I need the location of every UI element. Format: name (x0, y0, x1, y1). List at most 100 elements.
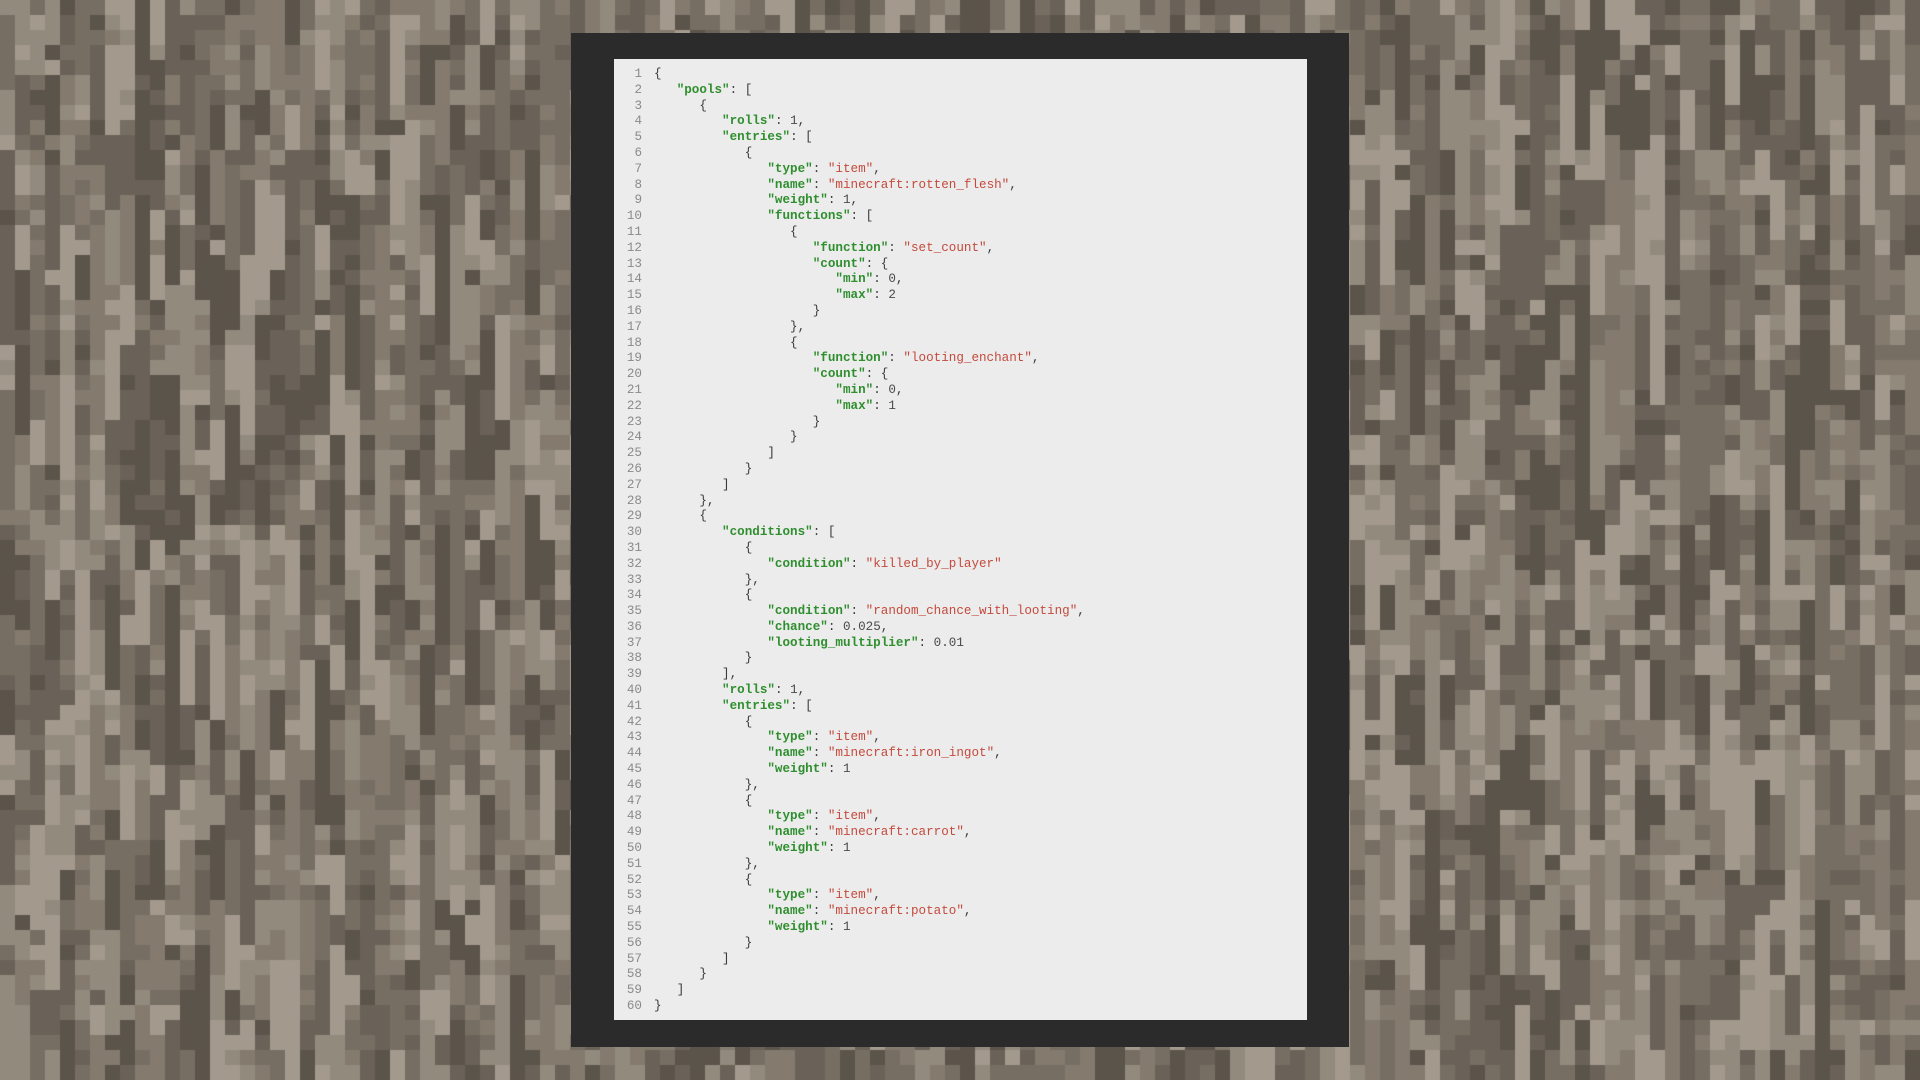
json-punctuation: , (1009, 177, 1017, 192)
json-punctuation: }, (790, 319, 806, 334)
json-punctuation: { (744, 588, 753, 603)
code-text: "pools": [ (654, 83, 1307, 99)
json-punctuation: : (850, 556, 866, 571)
json-key: "chance" (767, 619, 828, 634)
code-text: }, (654, 320, 1307, 336)
code-line: 4 "rolls": 1, (614, 114, 1307, 130)
line-number: 5 (634, 130, 642, 145)
code-line: 26 } (614, 462, 1307, 478)
json-punctuation: }, (744, 777, 760, 792)
code-text: ], (654, 667, 1307, 683)
code-text: "count": { (654, 367, 1307, 383)
line-number: 52 (626, 872, 642, 887)
code-line: 45 "weight": 1 (614, 762, 1307, 778)
json-punctuation: : (888, 351, 904, 366)
code-line: 41 "entries": [ (614, 699, 1307, 715)
json-string: "killed_by_player" (865, 556, 1002, 571)
code-line: 51 }, (614, 857, 1307, 873)
code-text: }, (654, 778, 1307, 794)
line-number: 50 (626, 841, 642, 856)
code-text: "weight": 1 (654, 841, 1307, 857)
code-line: 24 } (614, 430, 1307, 446)
json-punctuation: } (744, 461, 753, 476)
json-key: "rolls" (722, 114, 775, 129)
code-text: } (654, 430, 1307, 446)
json-punctuation: } (812, 414, 821, 429)
json-punctuation: : (812, 825, 828, 840)
code-line: 9 "weight": 1, (614, 193, 1307, 209)
line-number: 57 (626, 951, 642, 966)
code-text: { (654, 873, 1307, 889)
line-number: 40 (626, 683, 642, 698)
code-text: { (654, 588, 1307, 604)
line-number: 36 (626, 619, 642, 634)
json-string: "item" (827, 888, 874, 903)
code-text: { (654, 541, 1307, 557)
json-punctuation: { (790, 335, 798, 350)
json-punctuation: , (873, 730, 881, 745)
json-key: "entries" (722, 130, 791, 145)
json-string: "minecraft:iron_ingot" (827, 746, 995, 761)
code-text: "max": 1 (654, 399, 1307, 415)
json-number: 0.025 (842, 619, 881, 634)
json-punctuation: ] (722, 951, 730, 966)
json-string: "looting_enchant" (903, 351, 1032, 366)
code-line: 34 { (614, 588, 1307, 604)
json-key: "function" (812, 351, 889, 366)
json-punctuation: , (1031, 351, 1040, 366)
code-line: 22 "max": 1 (614, 399, 1307, 415)
json-punctuation: { (699, 509, 707, 524)
code-line: 16 } (614, 304, 1307, 320)
json-punctuation: , (895, 272, 904, 287)
json-punctuation: : [ (812, 525, 836, 540)
json-key: "function" (812, 240, 889, 255)
line-number: 17 (626, 319, 642, 334)
code-text: { (654, 99, 1307, 115)
code-text: } (654, 415, 1307, 431)
code-text: ] (654, 478, 1307, 494)
code-text: "name": "minecraft:potato", (654, 904, 1307, 920)
line-number: 10 (626, 209, 642, 224)
json-punctuation: : (774, 683, 791, 698)
code-line: 50 "weight": 1 (614, 841, 1307, 857)
json-punctuation: : (873, 288, 889, 303)
line-number: 2 (634, 82, 642, 97)
json-punctuation: { (744, 714, 753, 729)
json-punctuation: } (744, 935, 753, 950)
code-line: 55 "weight": 1 (614, 920, 1307, 936)
json-punctuation: : (827, 619, 843, 634)
line-number: 27 (626, 477, 642, 492)
code-line: 35 "condition": "random_chance_with_loot… (614, 604, 1307, 620)
line-number: 24 (626, 430, 642, 445)
code-text: "entries": [ (654, 699, 1307, 715)
line-number: 1 (634, 67, 642, 81)
line-number: 30 (626, 525, 642, 540)
code-text: { (654, 336, 1307, 352)
code-line: 43 "type": "item", (614, 730, 1307, 746)
json-punctuation: : (812, 177, 828, 192)
json-key: "min" (835, 272, 874, 287)
json-punctuation: } (654, 999, 662, 1014)
json-punctuation: : (812, 809, 828, 824)
json-punctuation: : (873, 382, 889, 397)
json-punctuation: , (880, 619, 889, 634)
code-line: 40 "rolls": 1, (614, 683, 1307, 699)
code-line: 46 }, (614, 778, 1307, 794)
code-line: 57 ] (614, 952, 1307, 968)
code-text: "max": 2 (654, 288, 1307, 304)
json-number: 1 (842, 841, 851, 856)
code-text: } (654, 462, 1307, 478)
line-number: 32 (626, 556, 642, 571)
json-punctuation: { (744, 540, 753, 555)
